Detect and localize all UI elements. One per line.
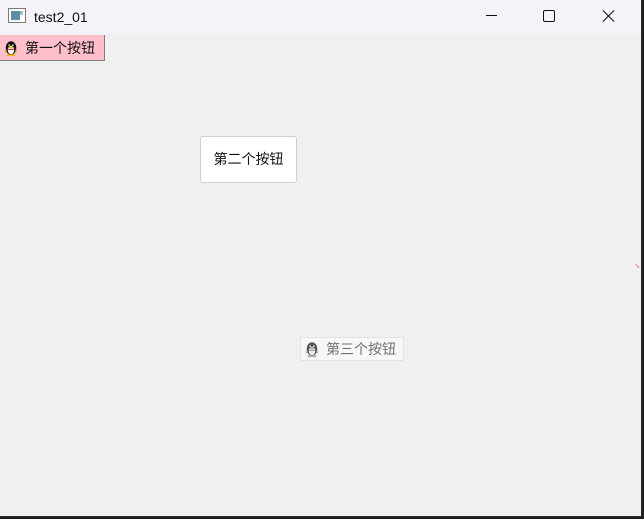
title-bar[interactable]: test2_01 <box>0 0 641 34</box>
close-button[interactable] <box>580 0 638 32</box>
minimize-button[interactable] <box>462 0 520 32</box>
first-button[interactable]: 第一个按钮 <box>0 35 105 61</box>
qq-penguin-icon <box>4 41 18 57</box>
third-button[interactable]: 第三个按钮 <box>300 337 404 361</box>
maximize-button[interactable] <box>520 0 578 32</box>
minimize-icon <box>486 15 497 16</box>
app-icon <box>8 8 26 23</box>
window-title: test2_01 <box>34 9 88 25</box>
second-button[interactable]: 第二个按钮 <box>200 136 297 183</box>
edge-mark <box>631 264 640 272</box>
app-window: test2_01 第一个按钮 第二个按钮 第三个按钮 <box>0 0 642 517</box>
close-icon <box>602 9 616 23</box>
maximize-icon <box>543 10 555 22</box>
qq-penguin-icon <box>305 342 319 358</box>
first-button-label: 第一个按钮 <box>25 40 95 56</box>
third-button-label: 第三个按钮 <box>326 341 396 357</box>
